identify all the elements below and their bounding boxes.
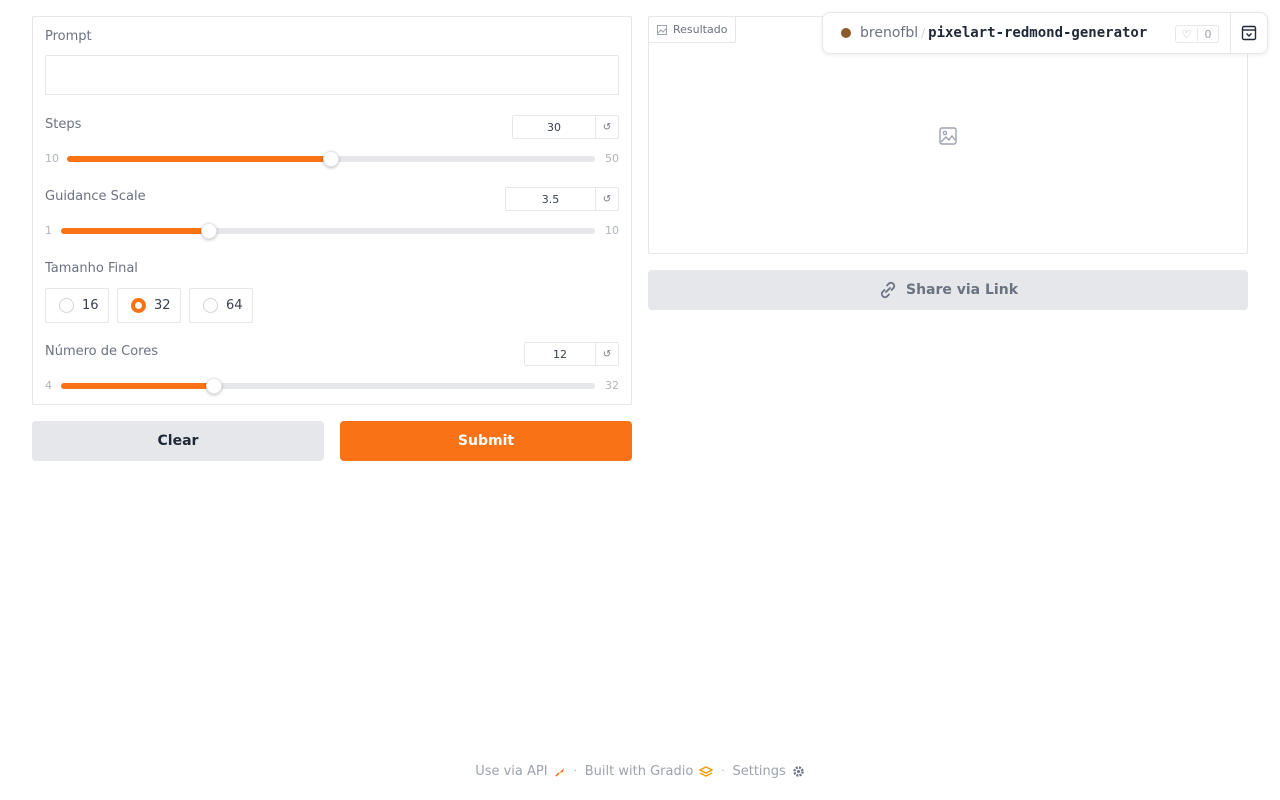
footer-separator: ·	[721, 766, 725, 777]
size-option-64[interactable]: 64	[189, 288, 253, 323]
built-with-label: Built with Gradio	[584, 764, 694, 779]
image-icon	[657, 24, 667, 35]
share-link-button[interactable]: Share via Link	[648, 270, 1248, 310]
footer: Use via API · Built with Gradio · Settin…	[0, 764, 1280, 779]
size-option-label: 64	[226, 298, 243, 313]
steps-max: 50	[605, 152, 619, 165]
clear-button[interactable]: Clear	[32, 421, 324, 461]
space-header-badge: brenofbl / pixelart-redmond-generator ♡ …	[822, 12, 1268, 54]
footer-separator: ·	[573, 766, 577, 777]
steps-label: Steps	[45, 117, 82, 132]
steps-slider-thumb[interactable]	[323, 151, 339, 167]
steps-slider-fill	[67, 156, 331, 162]
guidance-max: 10	[605, 224, 619, 237]
steps-reset-button[interactable]: ↺	[596, 116, 618, 138]
colors-label: Número de Cores	[45, 344, 159, 359]
prompt-input[interactable]	[45, 55, 619, 95]
guidance-number-box: ↺	[505, 187, 619, 211]
guidance-number-input[interactable]	[506, 188, 596, 210]
collapse-header-icon[interactable]	[1241, 25, 1257, 41]
radio-64[interactable]	[203, 298, 218, 313]
share-link-label: Share via Link	[905, 282, 1018, 298]
result-label-tag: Resultado	[649, 17, 737, 43]
colors-reset-button[interactable]: ↺	[596, 343, 618, 365]
rocket-icon	[555, 767, 564, 777]
steps-number-input[interactable]	[513, 116, 596, 138]
colors-min: 4	[45, 379, 52, 392]
input-panel: Prompt Steps ↺ 10 50 Guidance Scale ↺ 1 …	[32, 16, 632, 405]
settings-link[interactable]: Settings	[732, 764, 804, 779]
built-with-gradio-link[interactable]: Built with Gradio	[585, 764, 714, 779]
size-option-16[interactable]: 16	[45, 288, 109, 323]
size-option-label: 16	[82, 298, 99, 313]
like-count: 0	[1204, 27, 1212, 41]
colors-max: 32	[605, 379, 619, 392]
use-via-api-label: Use via API	[475, 764, 548, 779]
user-avatar	[841, 28, 851, 38]
guidance-slider-thumb[interactable]	[201, 223, 218, 239]
guidance-label: Guidance Scale	[45, 189, 146, 204]
link-icon	[880, 281, 896, 299]
radio-16[interactable]	[59, 298, 74, 313]
path-separator: /	[921, 26, 926, 40]
colors-number-box: ↺	[524, 342, 619, 366]
colors-number-input[interactable]	[525, 343, 596, 365]
steps-number-box: ↺	[512, 115, 619, 139]
result-label: Resultado	[673, 23, 728, 36]
badge-divider	[1230, 13, 1231, 53]
guidance-slider[interactable]	[61, 223, 595, 239]
gear-icon	[793, 766, 804, 777]
radio-32[interactable]	[131, 298, 146, 313]
space-name-link[interactable]: pixelart-redmond-generator	[928, 25, 1147, 41]
space-owner-link[interactable]: brenofbl	[860, 25, 918, 41]
use-via-api-link[interactable]: Use via API	[475, 764, 565, 779]
guidance-min: 1	[45, 224, 52, 237]
submit-button[interactable]: Submit	[340, 421, 632, 461]
size-label: Tamanho Final	[45, 261, 138, 276]
gradio-logo-icon	[699, 765, 714, 777]
steps-min: 10	[45, 152, 59, 165]
steps-slider[interactable]	[67, 151, 595, 167]
guidance-slider-fill	[61, 228, 210, 234]
size-option-32[interactable]: 32	[117, 288, 181, 323]
settings-label: Settings	[732, 764, 786, 779]
guidance-reset-button[interactable]: ↺	[596, 188, 618, 210]
prompt-label: Prompt	[45, 29, 92, 44]
like-button[interactable]: ♡ 0	[1175, 25, 1219, 43]
heart-icon: ♡	[1176, 27, 1198, 41]
colors-slider-thumb[interactable]	[205, 378, 222, 394]
colors-slider[interactable]	[61, 378, 595, 394]
colors-slider-fill	[61, 383, 214, 389]
image-placeholder-icon	[939, 127, 957, 145]
size-option-label: 32	[154, 298, 171, 313]
